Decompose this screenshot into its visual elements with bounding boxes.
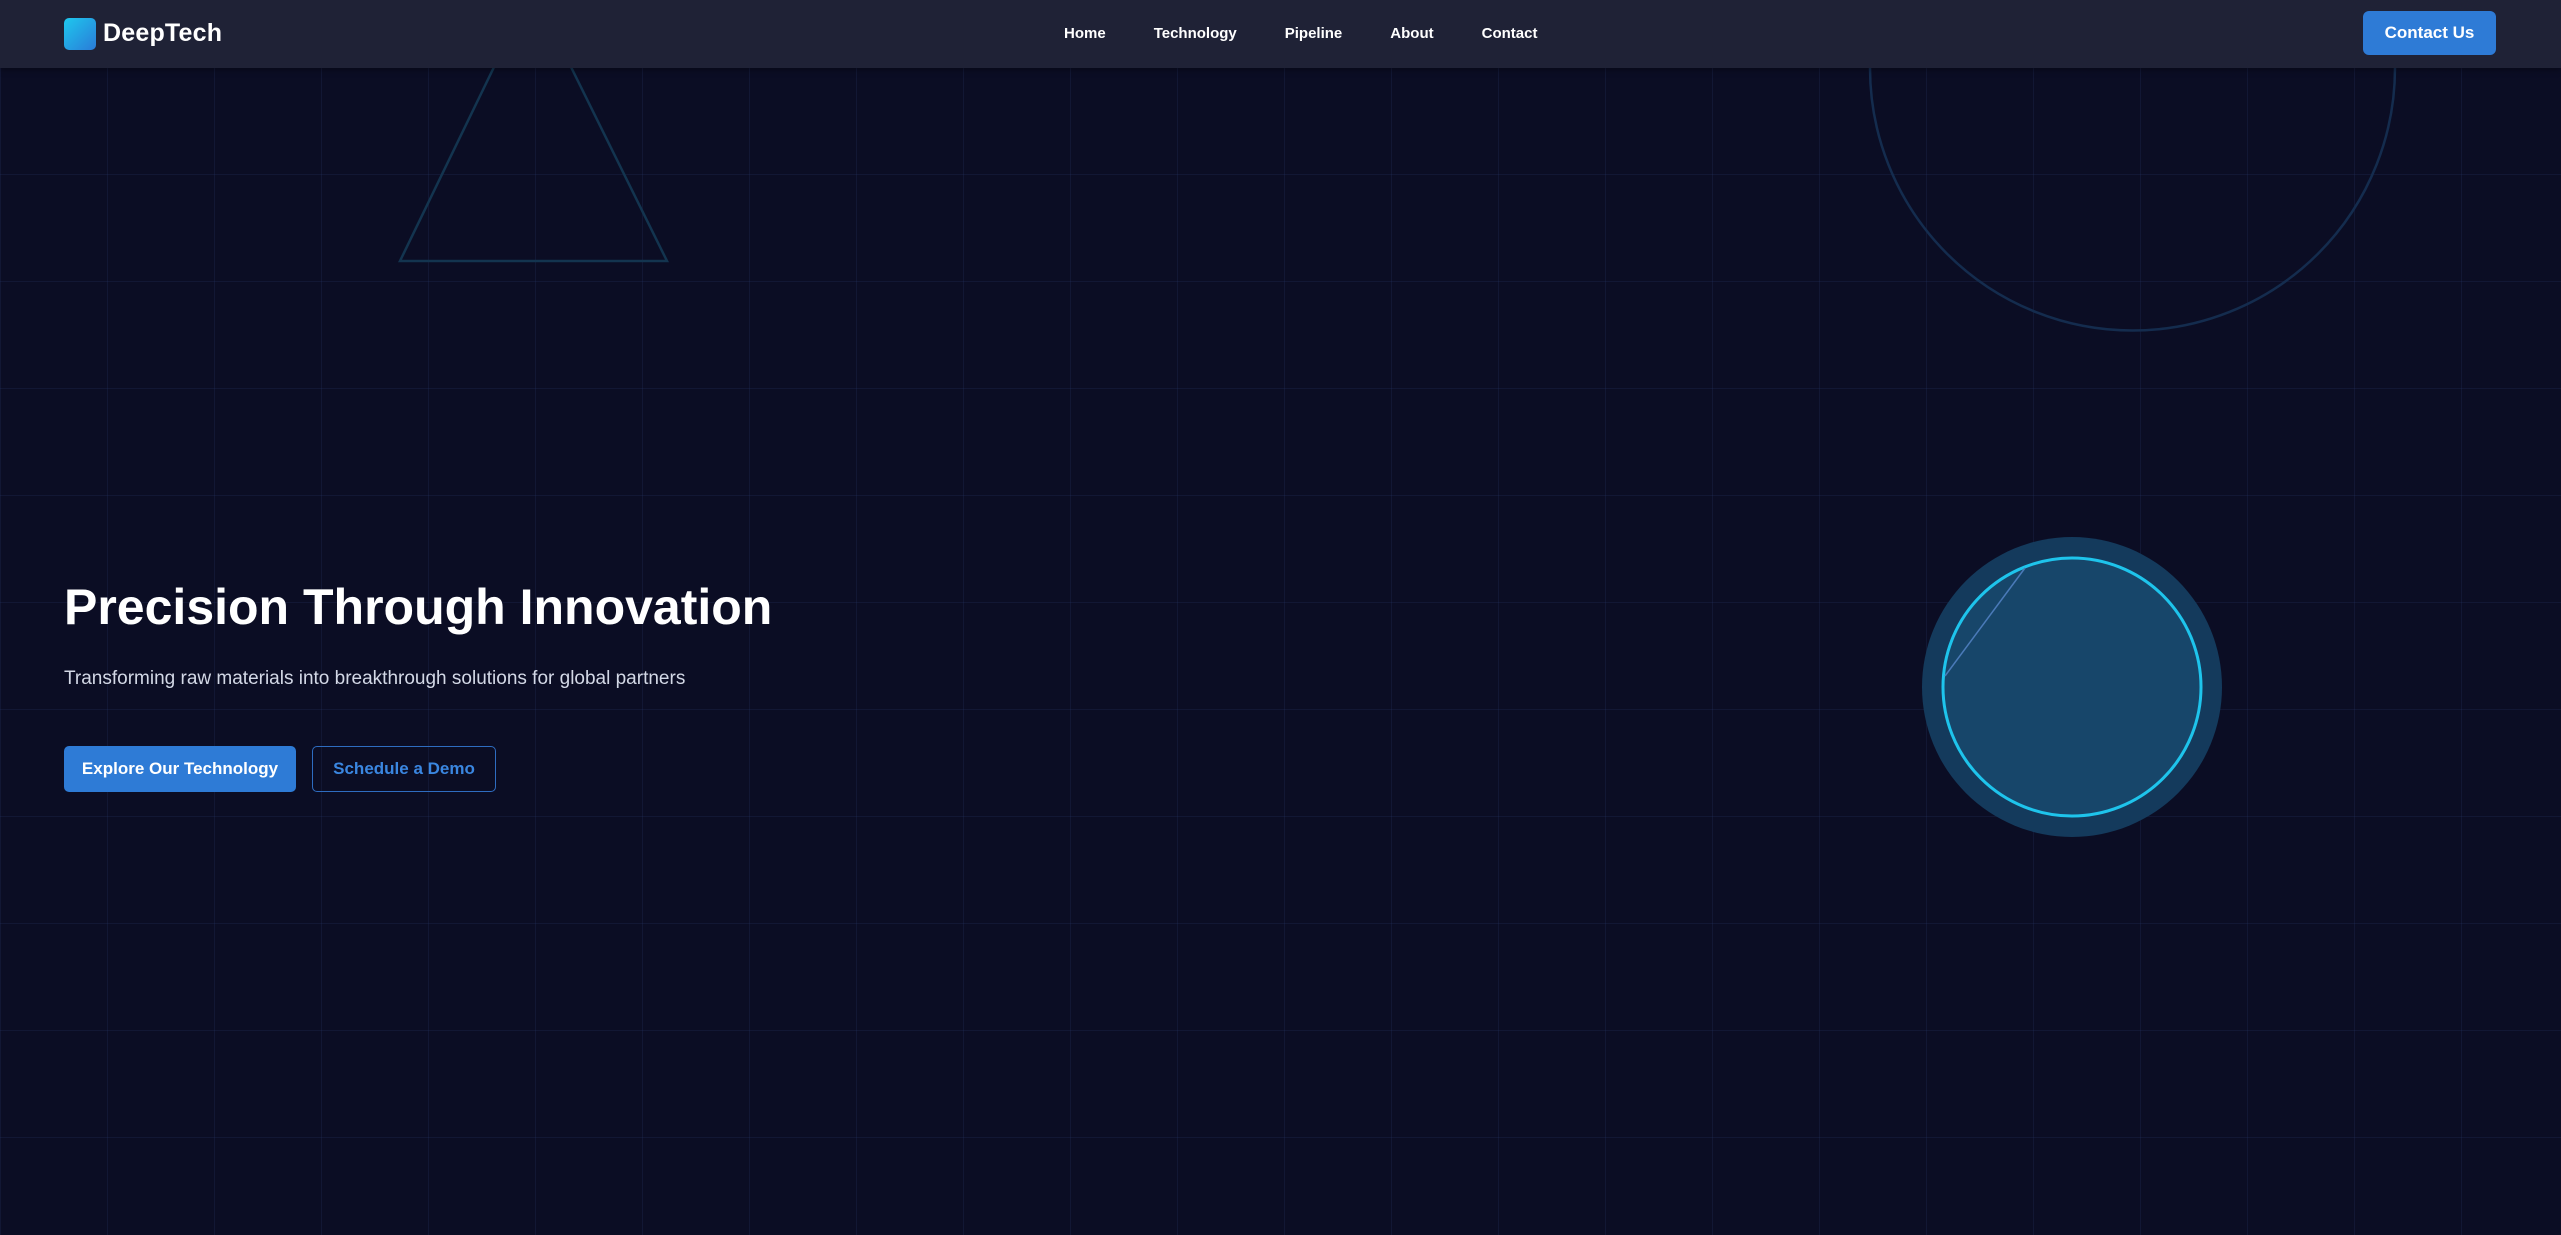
brand-logo-icon (64, 17, 96, 50)
glowing-orb (1922, 537, 2222, 837)
contact-us-button[interactable]: Contact Us (2363, 11, 2496, 55)
circle-outline-shape (1868, 67, 2397, 332)
brand-link[interactable]: DeepTech (64, 17, 222, 50)
brand-name: DeepTech (103, 19, 223, 47)
triangle-outline-shape (398, 63, 670, 263)
hero-title: Precision Through Innovation (64, 579, 773, 635)
nav-item-about[interactable]: About (1390, 25, 1433, 42)
nav-item-contact[interactable]: Contact (1482, 25, 1538, 42)
main-nav: Home Technology Pipeline About Contact (1040, 0, 1561, 66)
site-header: DeepTech Home Technology Pipeline About … (0, 0, 2561, 68)
nav-item-home[interactable]: Home (1064, 25, 1106, 42)
nav-item-technology[interactable]: Technology (1154, 25, 1237, 42)
explore-technology-button[interactable]: Explore Our Technology (64, 746, 296, 792)
hero-subtitle: Transforming raw materials into breakthr… (64, 668, 686, 689)
schedule-demo-button[interactable]: Schedule a Demo (312, 746, 496, 792)
landing-page: DeepTech Home Technology Pipeline About … (0, 0, 2561, 1235)
hero-actions: Explore Our Technology Schedule a Demo (64, 746, 496, 792)
nav-item-pipeline[interactable]: Pipeline (1285, 25, 1343, 42)
